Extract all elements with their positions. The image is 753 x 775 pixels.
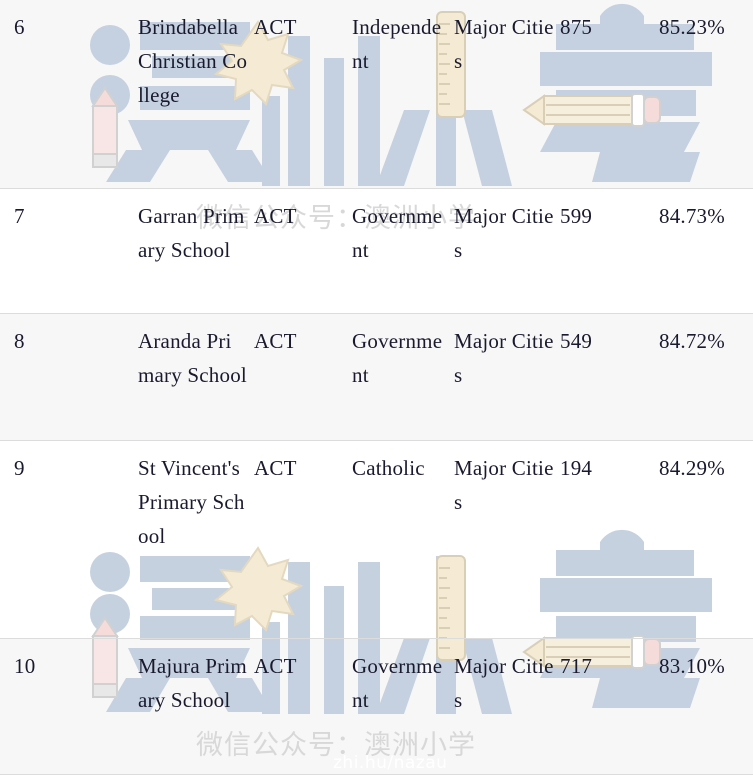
cell-rank: 6 [14, 15, 25, 39]
cell-rank: 9 [14, 455, 25, 480]
cell-score: 85.23% [659, 15, 725, 39]
cell-school: St Vincent's Primary School [138, 455, 245, 548]
cell-rank: 7 [14, 203, 25, 228]
cell-school: Aranda Primary School [138, 328, 247, 387]
table-row[interactable]: 9 St Vincent's Primary School ACT Cathol… [0, 440, 753, 638]
cell-score: 84.72% [659, 328, 725, 353]
table-row[interactable]: 7 Garran Primary School ACT Government M… [0, 188, 753, 313]
school-ranking-table: 6 Brindabella Christian College ACT Inde… [0, 0, 753, 775]
cell-state: ACT [254, 455, 297, 480]
table-row[interactable]: 8 Aranda Primary School ACT Government M… [0, 313, 753, 440]
table-body: 6 Brindabella Christian College ACT Inde… [0, 0, 753, 775]
cell-enrolments: 549 [560, 328, 593, 353]
cell-school: Majura Primary School [138, 653, 247, 712]
cell-sector: Government [352, 653, 443, 712]
table-row[interactable]: 6 Brindabella Christian College ACT Inde… [0, 0, 753, 188]
table-row[interactable]: 10 Majura Primary School ACT Government … [0, 638, 753, 775]
cell-school: Garran Primary School [138, 203, 245, 262]
cell-state: ACT [254, 15, 297, 39]
cell-enrolments: 194 [560, 455, 593, 480]
cell-region: Major Cities [454, 455, 554, 514]
cell-enrolments: 717 [560, 653, 593, 678]
cell-score: 84.73% [659, 203, 725, 228]
cell-sector: Government [352, 328, 443, 387]
cell-school: Brindabella Christian College [138, 15, 248, 108]
cell-sector: Independent [352, 15, 442, 74]
cell-rank: 8 [14, 328, 25, 353]
cell-enrolments: 599 [560, 203, 593, 228]
cell-state: ACT [254, 328, 297, 353]
cell-sector: Government [352, 203, 443, 262]
cell-region: Major Cities [454, 15, 554, 74]
cell-enrolments: 875 [560, 15, 593, 39]
ranking-table-container: 微信公众号：澳洲小学 微信公众号：澳洲小学 zhi.hu/nazau 6 Bri… [0, 0, 753, 775]
cell-state: ACT [254, 203, 297, 228]
cell-state: ACT [254, 653, 297, 678]
cell-rank: 10 [14, 653, 36, 678]
cell-region: Major Cities [454, 653, 554, 712]
cell-score: 83.10% [659, 653, 725, 678]
cell-sector: Catholic [352, 455, 425, 480]
cell-region: Major Cities [454, 328, 554, 387]
cell-score: 84.29% [659, 455, 725, 480]
cell-region: Major Cities [454, 203, 554, 262]
